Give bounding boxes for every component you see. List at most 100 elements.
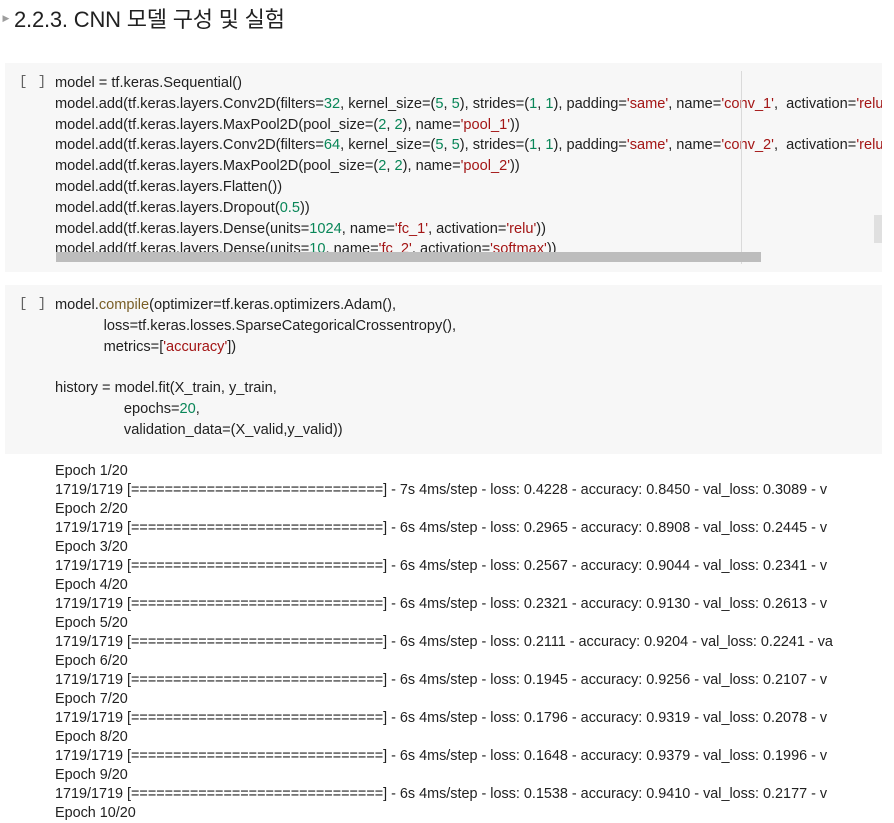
code-token: , name= (668, 137, 722, 154)
code-token-str: 'same' (626, 137, 669, 154)
epoch-label: Epoch 4/20 (55, 577, 128, 593)
code-token-str: 'relu' (856, 137, 882, 154)
code-token: model.add(tf.keras.layers.Conv2D(filters… (55, 137, 324, 154)
code-line[interactable]: validation_data=(X_valid,y_valid)) (55, 420, 882, 441)
code-token: model.add(tf.keras.layers.Flatten()) (55, 178, 283, 195)
epoch-label: Epoch 10/20 (55, 805, 136, 821)
code-token: model.add(tf.keras.layers.Dropout( (55, 199, 280, 216)
code-token: , kernel_size=( (340, 137, 436, 154)
code-token: ), padding= (553, 95, 627, 112)
code-token: ), strides=( (459, 137, 530, 154)
vertical-scrollbar-thumb[interactable] (874, 215, 882, 243)
code-editor[interactable]: model = tf.keras.Sequential() model.add(t… (55, 73, 882, 260)
code-token-str: 'pool_1' (460, 116, 511, 133)
epoch-progress-line: 1719/1719 [=============================… (55, 786, 828, 802)
code-token: validation_data=(X_valid,y_valid)) (55, 421, 343, 438)
section-title: 2.2.3. CNN 모델 구성 및 실험 (14, 7, 285, 32)
epoch-label: Epoch 7/20 (55, 691, 128, 707)
code-cell-compile-fit[interactable]: [ ] model.compile(optimizer=tf.keras.opt… (5, 285, 882, 454)
epoch-label: Epoch 1/20 (55, 463, 128, 479)
code-token: model.add(tf.keras.layers.Conv2D(filters… (55, 95, 324, 112)
code-token-num: 5 (451, 95, 460, 112)
code-token-str: 'conv_1' (721, 95, 774, 112)
code-line[interactable]: epochs=20, (55, 399, 882, 420)
cell-output: Epoch 1/20 1719/1719 [===================… (55, 462, 894, 823)
code-token: , name= (341, 220, 395, 237)
epoch-label: Epoch 9/20 (55, 767, 128, 783)
code-line[interactable]: model.add(tf.keras.layers.Conv2D(filters… (55, 135, 882, 156)
code-token-str: 'relu' (856, 95, 882, 112)
epoch-label: Epoch 8/20 (55, 729, 128, 745)
code-token-num: 5 (435, 137, 444, 154)
epoch-progress-line: 1719/1719 [=============================… (55, 520, 828, 536)
line-length-ruler (741, 71, 742, 264)
code-token: model.add(tf.keras.layers.Dense(units= (55, 220, 310, 237)
code-line[interactable]: model.compile(optimizer=tf.keras.optimiz… (55, 295, 882, 316)
code-line[interactable]: loss=tf.keras.losses.SparseCategoricalCr… (55, 316, 882, 337)
code-line[interactable]: model.add(tf.keras.layers.MaxPool2D(pool… (55, 115, 882, 136)
cell-run-button[interactable]: [ ] (19, 74, 47, 90)
code-token: , kernel_size=( (340, 95, 436, 112)
epoch-progress-line: 1719/1719 [=============================… (55, 672, 828, 688)
code-line[interactable]: model = tf.keras.Sequential() (55, 73, 882, 94)
code-token: metrics=[ (55, 338, 164, 355)
horizontal-scrollbar[interactable] (56, 252, 761, 262)
code-token-str: 'fc_1' (394, 220, 429, 237)
code-editor[interactable]: model.compile(optimizer=tf.keras.optimiz… (55, 295, 882, 441)
code-line[interactable]: model.add(tf.keras.layers.Dense(units=10… (55, 219, 882, 240)
code-line[interactable]: model.add(tf.keras.layers.Flatten()) (55, 177, 882, 198)
code-token-num: 1024 (309, 220, 342, 237)
code-token: epochs= (55, 400, 180, 417)
code-token: )) (510, 116, 520, 133)
epoch-label: Epoch 5/20 (55, 615, 128, 631)
code-token: , (443, 137, 452, 154)
code-token-num: 2 (394, 116, 403, 133)
section-heading[interactable]: ▶ 2.2.3. CNN 모델 구성 및 실험 (0, 0, 285, 36)
code-line[interactable]: model.add(tf.keras.layers.Dropout(0.5)) (55, 198, 882, 219)
code-token: , name= (668, 95, 722, 112)
code-token: , activation= (773, 95, 857, 112)
code-token: )) (536, 220, 547, 237)
code-token: )) (510, 158, 520, 175)
code-token: model.add(tf.keras.layers.MaxPool2D(pool… (55, 116, 379, 133)
epoch-progress-line: 1719/1719 [=============================… (55, 634, 833, 650)
epoch-progress-line: 1719/1719 [=============================… (55, 596, 828, 612)
code-token-num: 64 (323, 137, 341, 154)
code-line[interactable]: metrics=['accuracy']) (55, 337, 882, 358)
code-token-num: 5 (451, 137, 460, 154)
code-line[interactable]: model.add(tf.keras.layers.MaxPool2D(pool… (55, 156, 882, 177)
code-token: ]) (227, 338, 237, 355)
code-token-num: 5 (435, 95, 444, 112)
code-token: ), padding= (553, 137, 627, 154)
code-token: , activation= (428, 220, 507, 237)
epoch-progress-line: 1719/1719 [=============================… (55, 482, 828, 498)
code-token-str: 'accuracy' (163, 338, 228, 355)
code-token: history = model.fit(X_train, y_train, (55, 380, 277, 397)
code-token-num: 32 (323, 95, 341, 112)
code-token: model.add(tf.keras.layers.MaxPool2D(pool… (55, 158, 379, 175)
collapse-arrow-icon[interactable]: ▶ (0, 13, 12, 24)
code-token-str: 'pool_2' (460, 158, 511, 175)
code-token: ), name= (402, 116, 461, 133)
code-line[interactable]: model.add(tf.keras.layers.Conv2D(filters… (55, 94, 882, 115)
code-token-str: 'same' (626, 95, 669, 112)
code-token: , activation= (773, 137, 857, 154)
code-token-str: 'conv_2' (721, 137, 774, 154)
code-line[interactable]: history = model.fit(X_train, y_train, (55, 378, 882, 399)
code-cell-model-definition[interactable]: [ ] model = tf.keras.Sequential() model.a… (5, 63, 882, 272)
code-token: ), name= (402, 158, 461, 175)
code-token: , (443, 95, 452, 112)
code-token-num: 0.5 (279, 199, 300, 216)
cell-run-button[interactable]: [ ] (19, 296, 47, 312)
code-token-fn: compile (98, 297, 150, 313)
epoch-label: Epoch 2/20 (55, 501, 128, 517)
code-token-str: 'relu' (506, 220, 537, 237)
epoch-progress-line: 1719/1719 [=============================… (55, 558, 828, 574)
code-token: model = tf.keras.Sequential() (55, 75, 242, 91)
code-token-num: 20 (179, 400, 196, 417)
code-token: ), strides=( (459, 95, 530, 112)
code-token: loss=tf.keras.losses.SparseCategoricalCr… (55, 317, 457, 334)
code-line[interactable] (55, 357, 882, 378)
epoch-progress-line: 1719/1719 [=============================… (55, 748, 828, 764)
code-token: , (195, 400, 200, 417)
